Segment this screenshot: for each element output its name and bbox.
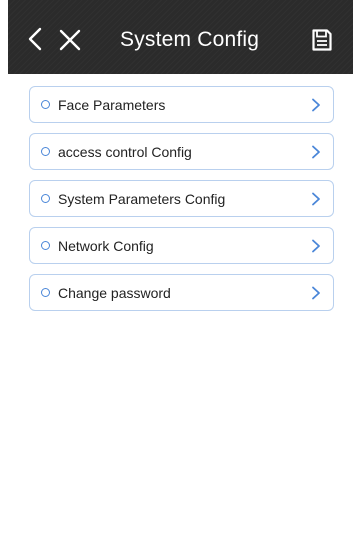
bullet-icon <box>41 194 50 203</box>
app-header: System Config <box>8 0 353 74</box>
close-icon <box>59 29 81 51</box>
back-button[interactable] <box>24 25 46 53</box>
menu-item-network-config[interactable]: Network Config <box>29 227 334 264</box>
close-button[interactable] <box>56 26 84 54</box>
menu-item-system-parameters-config[interactable]: System Parameters Config <box>29 180 334 217</box>
menu-item-label: Change password <box>58 284 171 301</box>
chevron-right-icon <box>312 239 320 253</box>
chevron-left-icon <box>28 27 42 51</box>
menu-item-label: Network Config <box>58 237 154 254</box>
menu-item-label: access control Config <box>58 143 192 160</box>
chevron-right-icon <box>312 286 320 300</box>
chevron-right-icon <box>312 98 320 112</box>
bullet-icon <box>41 147 50 156</box>
config-menu: Face Parameters access control Config Sy… <box>29 86 334 321</box>
bullet-icon <box>41 241 50 250</box>
chevron-right-icon <box>312 145 320 159</box>
bullet-icon <box>41 100 50 109</box>
save-icon <box>312 29 332 51</box>
page-title: System Config <box>120 28 260 51</box>
save-button[interactable] <box>308 25 336 55</box>
menu-item-label: System Parameters Config <box>58 190 226 207</box>
chevron-right-icon <box>312 192 320 206</box>
bullet-icon <box>41 288 50 297</box>
menu-item-change-password[interactable]: Change password <box>29 274 334 311</box>
menu-item-label: Face Parameters <box>58 96 166 113</box>
menu-item-access-control-config[interactable]: access control Config <box>29 133 334 170</box>
menu-item-face-parameters[interactable]: Face Parameters <box>29 86 334 123</box>
